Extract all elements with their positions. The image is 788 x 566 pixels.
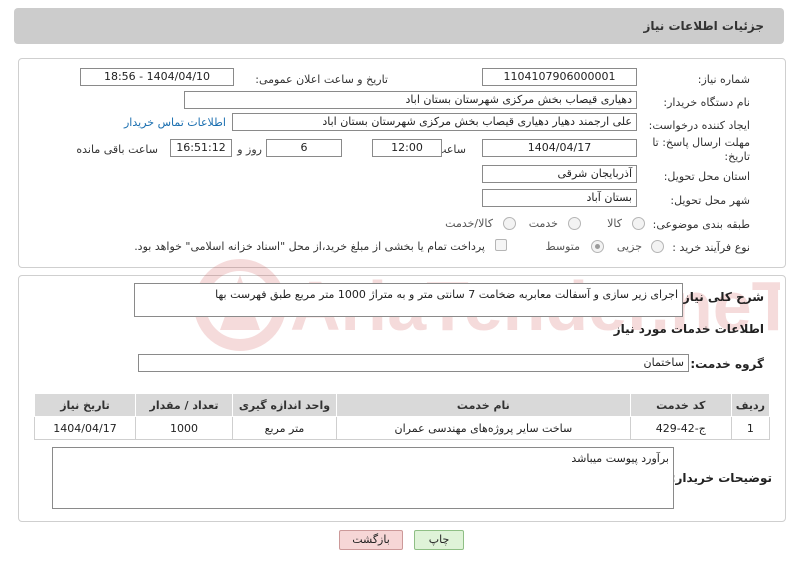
process-option-medium: متوسط: [545, 240, 580, 253]
process-radio-medium[interactable]: [591, 240, 604, 253]
cell-unit: متر مربع: [231, 416, 337, 440]
col-row: ردیف: [730, 393, 771, 417]
need-number-label: شماره نیاز:: [697, 73, 750, 86]
announce-datetime-field[interactable]: 1404/04/10 - 18:56: [80, 68, 234, 86]
category-option-goods-service: کالا/خدمت: [445, 217, 493, 230]
category-radio-service[interactable]: [568, 217, 581, 230]
page-header: جزئیات اطلاعات نیاز: [14, 8, 784, 44]
table-row: 1 ج-42-429 ساخت سایر پروژه‌های مهندسی عم…: [33, 416, 771, 440]
cell-service-code: ج-42-429: [629, 416, 732, 440]
category-label: طبقه بندی موضوعی:: [652, 218, 750, 231]
cell-row: 1: [730, 416, 771, 440]
service-group-label: گروه خدمت:: [690, 357, 764, 371]
province-label: استان محل تحویل:: [663, 170, 750, 183]
city-field[interactable]: بستان آباد: [482, 189, 637, 207]
need-number-field[interactable]: 1104107906000001: [482, 68, 637, 86]
need-info-panel: [18, 58, 786, 268]
col-service-code: کد خدمت: [629, 393, 732, 417]
page-title: جزئیات اطلاعات نیاز: [643, 19, 764, 33]
treasury-payment-note: پرداخت تمام یا بخشی از مبلغ خرید،از محل …: [134, 240, 485, 253]
services-section-title: اطلاعات خدمات مورد نیاز: [613, 322, 764, 336]
category-option-service: خدمت: [528, 217, 558, 230]
cell-service-name: ساخت سایر پروژه‌های مهندسی عمران: [335, 416, 631, 440]
service-group-field[interactable]: ساختمان: [138, 354, 689, 372]
days-label: روز و: [237, 143, 262, 156]
col-quantity: تعداد / مقدار: [135, 393, 233, 417]
deadline-time-field[interactable]: 12:00: [372, 139, 442, 157]
province-field[interactable]: آذربایجان شرقی: [482, 165, 637, 183]
days-remaining-field[interactable]: 6: [266, 139, 342, 157]
summary-text: اجرای زیر سازی و آسفالت معابربه ضخامت 7 …: [215, 288, 678, 301]
buyer-org-label: نام دستگاه خریدار:: [663, 96, 750, 109]
remaining-time-label: ساعت باقی مانده: [76, 143, 158, 156]
buyer-notes-textarea[interactable]: برآورد پیوست میباشد: [52, 447, 674, 509]
deadline-date-field[interactable]: 1404/04/17: [482, 139, 637, 157]
buyer-notes-text: برآورد پیوست میباشد: [571, 452, 669, 465]
cell-need-date: 1404/04/17: [33, 416, 137, 440]
category-option-goods: کالا: [607, 217, 622, 230]
services-table-header: ردیف کد خدمت نام خدمت واحد اندازه گیری ت…: [33, 393, 771, 417]
back-button[interactable]: بازگشت: [339, 530, 403, 550]
buyer-org-field[interactable]: دهیاری قیصاب بخش مرکزی شهرستان بستان ابا…: [184, 91, 637, 109]
city-label: شهر محل تحویل:: [670, 194, 750, 207]
category-radio-goods-service[interactable]: [503, 217, 516, 230]
process-type-label: نوع فرآیند خرید :: [672, 241, 750, 254]
announce-datetime-label: تاریخ و ساعت اعلان عمومی:: [255, 73, 388, 86]
col-need-date: تاریخ نیاز: [33, 393, 137, 417]
treasury-payment-checkbox[interactable]: [495, 239, 507, 251]
remaining-time-field[interactable]: 16:51:12: [170, 139, 232, 157]
col-unit: واحد اندازه گیری: [231, 393, 337, 417]
category-radio-goods[interactable]: [632, 217, 645, 230]
creator-field[interactable]: علی ارجمند دهیار دهیاری قیصاب بخش مرکزی …: [232, 113, 637, 131]
deadline-label: مهلت ارسال پاسخ: تا: [652, 136, 750, 149]
process-radio-minor[interactable]: [651, 240, 664, 253]
col-service-name: نام خدمت: [335, 393, 631, 417]
deadline-date-label: تاریخ:: [724, 150, 750, 163]
summary-textarea[interactable]: اجرای زیر سازی و آسفالت معابربه ضخامت 7 …: [134, 283, 683, 317]
services-table: ردیف کد خدمت نام خدمت واحد اندازه گیری ت…: [33, 393, 771, 440]
cell-quantity: 1000: [135, 416, 233, 440]
print-button[interactable]: چاپ: [414, 530, 464, 550]
buyer-contact-link[interactable]: اطلاعات تماس خریدار: [124, 116, 226, 129]
summary-label: شرح کلی نیاز:: [678, 290, 764, 304]
process-option-minor: جزیی: [616, 240, 642, 253]
buyer-notes-label: توضیحات خریدار:: [670, 471, 772, 485]
creator-label: ایجاد کننده درخواست:: [648, 119, 750, 132]
